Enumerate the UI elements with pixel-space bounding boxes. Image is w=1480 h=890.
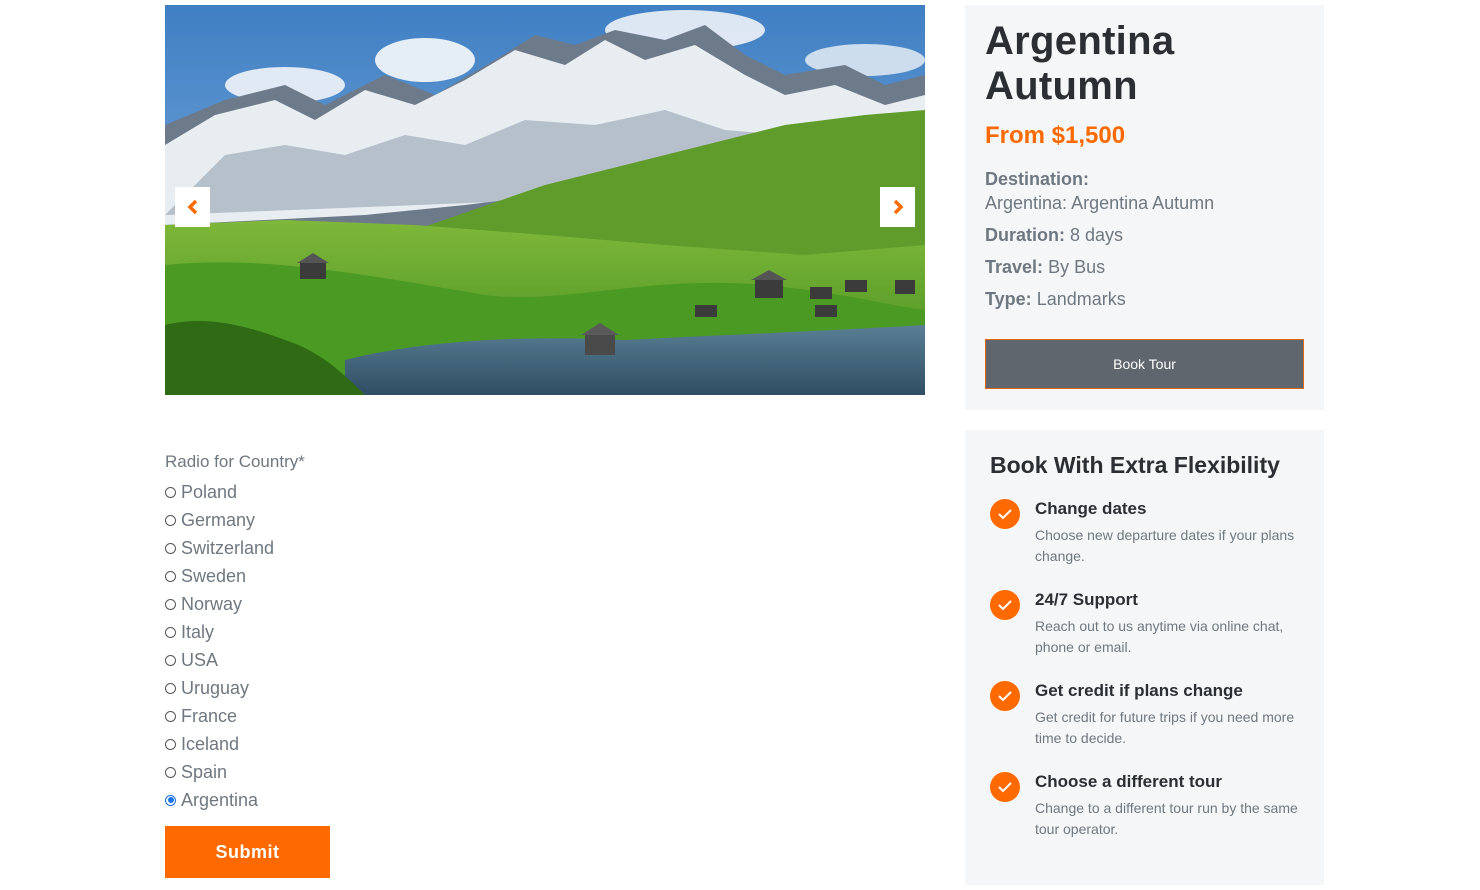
feature-desc: Reach out to us anytime via online chat,… (1035, 618, 1284, 655)
radio-button[interactable] (165, 682, 176, 694)
radio-button[interactable] (165, 626, 176, 638)
destination-row: Destination: Argentina: Argentina Autumn (985, 167, 1304, 215)
flexibility-title: Book With Extra Flexibility (990, 452, 1280, 478)
radio-label: France (181, 705, 238, 726)
tour-summary-card: Argentina Autumn From $1,500 Destination… (965, 5, 1324, 410)
radio-option-poland[interactable]: Poland (165, 478, 330, 506)
radio-button[interactable] (165, 598, 176, 610)
radio-option-argentina[interactable]: Argentina (165, 786, 330, 814)
duration-row: Duration: 8 days (985, 223, 1304, 247)
feature-item: Change dates Choose new departure dates … (990, 499, 1299, 567)
feature-item: Get credit if plans change Get credit fo… (990, 681, 1299, 749)
feature-desc: Change to a different tour run by the sa… (1035, 800, 1298, 837)
duration-value: 8 days (1070, 225, 1124, 245)
radio-label: Norway (181, 593, 243, 614)
radio-button[interactable] (165, 738, 176, 750)
radio-button[interactable] (165, 654, 176, 666)
tour-title-line1: Argentina (985, 19, 1175, 63)
radio-option-germany[interactable]: Germany (165, 506, 330, 534)
chevron-right-icon (893, 199, 903, 215)
radio-button[interactable] (165, 570, 176, 582)
tour-image-carousel (165, 5, 925, 395)
radio-label: Spain (181, 761, 228, 782)
tour-price: From $1,500 (985, 122, 1126, 149)
radio-button[interactable] (165, 794, 176, 806)
check-icon (990, 590, 1020, 620)
radio-button[interactable] (165, 766, 176, 778)
radio-option-france[interactable]: France (165, 702, 330, 730)
country-options: Poland Germany Switzerland Sweden Norway Ital… (165, 478, 330, 814)
radio-option-italy[interactable]: Italy (165, 618, 330, 646)
form-label: Radio for Country* (165, 452, 305, 471)
radio-label: Argentina (181, 789, 259, 810)
feature-desc: Choose new departure dates if your plans… (1035, 527, 1295, 564)
feature-title: Choose a different tour (1035, 772, 1223, 791)
radio-option-sweden[interactable]: Sweden (165, 562, 330, 590)
radio-label: Switzerland (181, 537, 275, 558)
tour-title: Argentina Autumn (985, 19, 1304, 109)
book-tour-button[interactable]: Book Tour (985, 339, 1304, 389)
radio-button[interactable] (165, 514, 176, 526)
radio-label: Poland (181, 481, 238, 502)
destination-value: Argentina: Argentina Autumn (985, 193, 1215, 213)
radio-label: Germany (181, 509, 256, 530)
radio-label: Italy (181, 621, 215, 642)
radio-option-switzerland[interactable]: Switzerland (165, 534, 330, 562)
feature-title: Get credit if plans change (1035, 681, 1243, 700)
radio-option-usa[interactable]: USA (165, 646, 330, 674)
radio-button[interactable] (165, 542, 176, 554)
carousel-next-button[interactable] (880, 187, 915, 227)
feature-item: Choose a different tour Change to a diff… (990, 772, 1299, 840)
travel-row: Travel: By Bus (985, 255, 1304, 279)
feature-desc: Get credit for future trips if you need … (1035, 709, 1295, 746)
check-icon (990, 772, 1020, 802)
duration-label: Duration: (985, 225, 1065, 245)
radio-button[interactable] (165, 486, 176, 498)
landscape-photo (165, 5, 925, 395)
radio-option-iceland[interactable]: Iceland (165, 730, 330, 758)
submit-button[interactable]: Submit (165, 826, 330, 878)
feature-title: Change dates (1035, 499, 1147, 518)
travel-label: Travel: (985, 257, 1044, 277)
radio-option-spain[interactable]: Spain (165, 758, 330, 786)
radio-label: Iceland (181, 733, 240, 754)
radio-button[interactable] (165, 710, 176, 722)
check-icon (990, 681, 1020, 711)
chevron-left-icon (187, 199, 197, 215)
tour-title-line2: Autumn (985, 64, 1138, 108)
flexibility-card: Book With Extra Flexibility Change dates… (965, 430, 1324, 885)
type-value: Landmarks (1036, 289, 1126, 309)
check-icon (990, 499, 1020, 529)
radio-label: USA (181, 649, 219, 670)
destination-label: Destination: (985, 169, 1090, 189)
radio-label: Sweden (181, 565, 247, 586)
country-radio-form: Radio for Country* Poland Germany Switzerl… (165, 452, 330, 878)
type-row: Type: Landmarks (985, 287, 1304, 311)
radio-option-norway[interactable]: Norway (165, 590, 330, 618)
feature-title: 24/7 Support (1035, 590, 1138, 609)
tour-details: Destination: Argentina: Argentina Autumn… (985, 167, 1304, 311)
radio-label: Uruguay (181, 677, 250, 698)
type-label: Type: (985, 289, 1032, 309)
radio-option-uruguay[interactable]: Uruguay (165, 674, 330, 702)
carousel-prev-button[interactable] (175, 187, 210, 227)
feature-item: 24/7 Support Reach out to us anytime via… (990, 590, 1299, 658)
travel-value: By Bus (1048, 257, 1106, 277)
